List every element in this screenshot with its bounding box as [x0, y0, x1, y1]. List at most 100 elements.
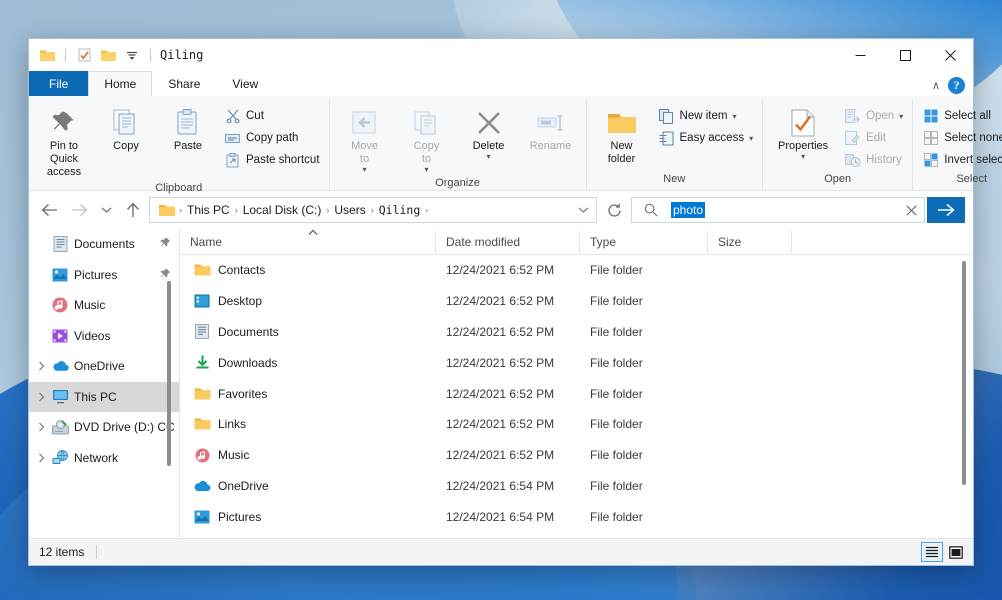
- sidebar-scrollbar-thumb[interactable]: [167, 281, 171, 466]
- table-row[interactable]: Contacts 12/24/2021 6:52 PM File folder: [180, 255, 973, 286]
- title-drag-area[interactable]: [203, 39, 838, 71]
- table-row[interactable]: Favorites 12/24/2021 6:52 PM File folder: [180, 378, 973, 409]
- paste-shortcut-button[interactable]: Paste shortcut: [219, 149, 325, 171]
- sidebar-item-videos[interactable]: Videos: [29, 321, 179, 352]
- address-dropdown-icon[interactable]: [572, 206, 594, 214]
- sidebar-label-this-pc: This PC: [74, 389, 117, 404]
- properties-button[interactable]: Properties ▾: [767, 103, 839, 164]
- invert-selection-button[interactable]: Invert selection: [917, 149, 1002, 171]
- expand-chevron-icon[interactable]: [33, 361, 49, 371]
- table-row[interactable]: Links 12/24/2021 6:52 PM File folder: [180, 409, 973, 440]
- new-item-button[interactable]: New item ▾: [653, 105, 759, 127]
- copy-to-button[interactable]: Copy to ▾: [396, 103, 458, 177]
- copy-path-button[interactable]: Copy path: [219, 127, 325, 149]
- tab-home[interactable]: Home: [88, 71, 153, 96]
- select-all-button[interactable]: Select all: [917, 105, 1002, 127]
- column-header-type[interactable]: Type: [580, 230, 708, 253]
- select-none-button[interactable]: Select none: [917, 127, 1002, 149]
- table-row[interactable]: Music 12/24/2021 6:52 PM File folder: [180, 440, 973, 471]
- file-date: 12/24/2021 6:54 PM: [446, 478, 555, 493]
- help-icon[interactable]: ?: [948, 77, 965, 94]
- sidebar-label-pictures: Pictures: [74, 267, 118, 282]
- tab-share[interactable]: Share: [152, 71, 216, 96]
- clear-search-icon[interactable]: [898, 204, 924, 216]
- file-name-cell: Documents: [180, 324, 436, 340]
- column-header-date-modified[interactable]: Date modified: [436, 230, 580, 253]
- expand-chevron-icon[interactable]: [33, 392, 49, 402]
- copy-button[interactable]: Copy: [95, 103, 157, 156]
- new-item-caret-icon[interactable]: ▾: [732, 112, 736, 121]
- sidebar-item-music[interactable]: Music: [29, 290, 179, 321]
- breadcrumb-item-local-disk[interactable]: Local Disk (C:): [239, 203, 326, 217]
- properties-check-icon[interactable]: [75, 46, 93, 64]
- collapse-ribbon-icon[interactable]: ∧: [928, 79, 944, 92]
- recent-locations-icon[interactable]: [95, 197, 117, 223]
- sidebar-label-music: Music: [74, 298, 106, 313]
- history-button[interactable]: History: [839, 149, 908, 171]
- close-button[interactable]: [928, 39, 973, 71]
- sidebar-item-network[interactable]: Network: [29, 443, 179, 474]
- sidebar-item-pictures[interactable]: Pictures: [29, 260, 179, 291]
- new-item-icon: [658, 108, 675, 124]
- file-list-scrollbar-thumb[interactable]: [962, 261, 966, 485]
- forward-arrow-icon[interactable]: [65, 197, 93, 223]
- column-header-size[interactable]: Size: [708, 230, 792, 253]
- table-row[interactable]: Desktop 12/24/2021 6:52 PM File folder: [180, 286, 973, 317]
- details-view-button[interactable]: [921, 542, 943, 562]
- breadcrumb-item-qiling[interactable]: Qiling: [375, 203, 425, 217]
- move-to-caret-icon[interactable]: ▾: [363, 165, 367, 174]
- sidebar-item-onedrive[interactable]: OneDrive: [29, 351, 179, 382]
- maximize-button[interactable]: [883, 39, 928, 71]
- properties-caret-icon[interactable]: ▾: [801, 152, 805, 161]
- easy-access-button[interactable]: Easy access ▾: [653, 127, 759, 149]
- delete-caret-icon[interactable]: ▾: [487, 152, 491, 161]
- refresh-icon[interactable]: [599, 197, 629, 223]
- copy-to-caret-icon[interactable]: ▾: [425, 165, 429, 174]
- open-caret-icon[interactable]: ▾: [899, 112, 903, 121]
- file-name: Favorites: [218, 386, 268, 401]
- file-date: 12/24/2021 6:52 PM: [446, 417, 555, 432]
- pin-icon[interactable]: [160, 237, 179, 251]
- item-count: 12 items: [39, 545, 85, 559]
- table-row[interactable]: Documents 12/24/2021 6:52 PM File folder: [180, 317, 973, 348]
- onedrive-icon: [49, 360, 71, 372]
- search-go-button[interactable]: [927, 197, 965, 223]
- customize-qat-icon[interactable]: [123, 46, 141, 64]
- pin-to-quick-access-button[interactable]: Pin to Quick access: [33, 103, 95, 182]
- copy-path-icon: [224, 132, 241, 145]
- table-row[interactable]: OneDrive 12/24/2021 6:54 PM File folder: [180, 471, 973, 502]
- breadcrumb-item-users[interactable]: Users: [330, 203, 369, 217]
- rename-button[interactable]: Rename: [520, 103, 582, 156]
- folder-icon[interactable]: [38, 46, 56, 64]
- tab-view[interactable]: View: [216, 71, 274, 96]
- breadcrumb-item-this-pc[interactable]: This PC: [183, 203, 234, 217]
- new-folder-button[interactable]: New folder: [591, 103, 653, 169]
- breadcrumb-separator-4[interactable]: ›: [424, 205, 429, 215]
- ribbon-group-new: New folder New item ▾ Easy access ▾ New: [587, 99, 764, 190]
- paste-button[interactable]: Paste: [157, 103, 219, 156]
- edit-button[interactable]: Edit: [839, 127, 908, 149]
- open-button[interactable]: Open ▾: [839, 105, 908, 127]
- rename-label: Rename: [529, 140, 572, 152]
- search-input[interactable]: photo: [631, 197, 925, 223]
- up-arrow-icon[interactable]: [119, 197, 147, 223]
- sidebar-item-documents[interactable]: Documents: [29, 229, 179, 260]
- expand-chevron-icon[interactable]: [33, 453, 49, 463]
- new-folder-icon[interactable]: [99, 46, 117, 64]
- move-to-button[interactable]: Move to ▾: [334, 103, 396, 177]
- cut-button[interactable]: Cut: [219, 105, 325, 127]
- easy-access-caret-icon[interactable]: ▾: [749, 134, 753, 143]
- pin-icon[interactable]: [160, 268, 179, 282]
- tab-file[interactable]: File: [29, 71, 89, 96]
- table-row[interactable]: Downloads 12/24/2021 6:52 PM File folder: [180, 347, 973, 378]
- sidebar-item-dvd-drive[interactable]: DVD Drive (D:) CC: [29, 412, 179, 443]
- address-bar[interactable]: › This PC › Local Disk (C:) › Users › Qi…: [149, 197, 597, 223]
- minimize-button[interactable]: [838, 39, 883, 71]
- large-icons-view-button[interactable]: [945, 542, 967, 562]
- easy-access-label: Easy access: [679, 132, 745, 144]
- back-arrow-icon[interactable]: [35, 197, 63, 223]
- table-row[interactable]: Pictures 12/24/2021 6:54 PM File folder: [180, 501, 973, 532]
- delete-button[interactable]: Delete ▾: [458, 103, 520, 164]
- sidebar-item-this-pc[interactable]: This PC: [29, 381, 179, 412]
- expand-chevron-icon[interactable]: [33, 422, 49, 432]
